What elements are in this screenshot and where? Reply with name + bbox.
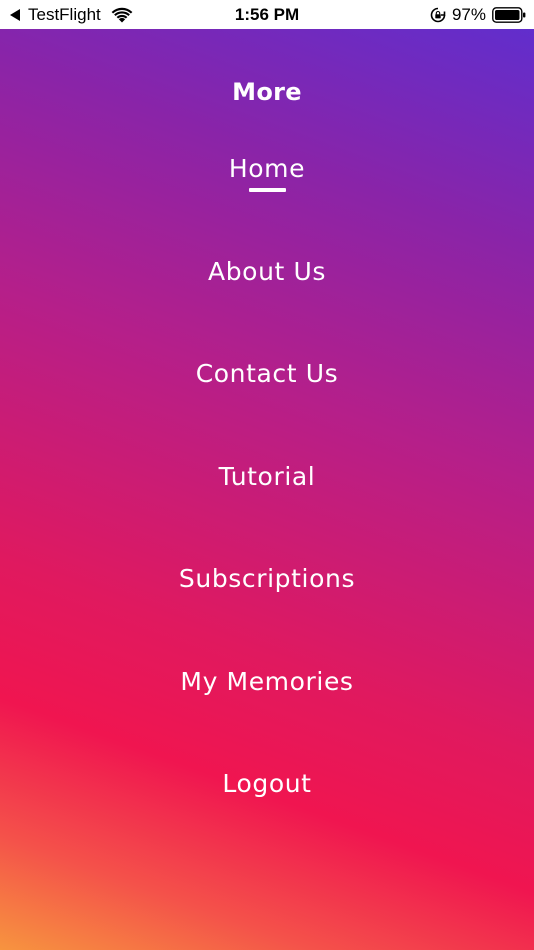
- status-bar: TestFlight 1:56 PM 97%: [0, 0, 534, 29]
- page-title: More: [232, 78, 302, 106]
- menu-item-subscriptions[interactable]: Subscriptions: [0, 561, 534, 597]
- menu-item-home[interactable]: Home: [0, 151, 534, 187]
- menu-item-my-memories[interactable]: My Memories: [0, 664, 534, 700]
- menu-item-logout[interactable]: Logout: [0, 766, 534, 802]
- menu-item-about-us[interactable]: About Us: [0, 254, 534, 290]
- orientation-lock-icon: [430, 7, 446, 22]
- battery-icon: [492, 6, 526, 23]
- battery-percent: 97%: [451, 4, 486, 24]
- active-item-indicator: [249, 188, 286, 192]
- menu-item-tutorial[interactable]: Tutorial: [0, 459, 534, 495]
- status-right: 97%: [430, 0, 526, 29]
- menu-item-contact-us[interactable]: Contact Us: [0, 356, 534, 392]
